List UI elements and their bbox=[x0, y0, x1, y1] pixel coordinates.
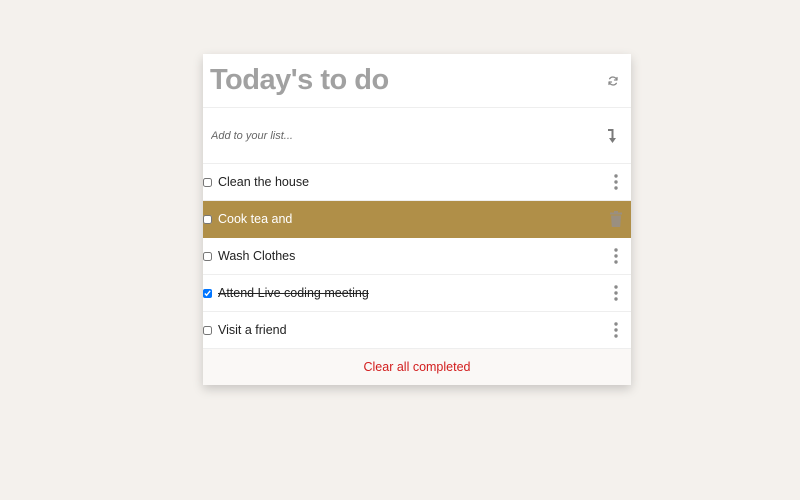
todo-list: Clean the house Cook tea and Wash Clothe… bbox=[203, 164, 631, 349]
kebab-menu-icon[interactable] bbox=[608, 320, 624, 340]
todo-checkbox[interactable] bbox=[203, 251, 212, 261]
todo-item[interactable]: Visit a friend bbox=[203, 312, 631, 349]
todo-checkbox[interactable] bbox=[203, 325, 212, 335]
todo-checkbox[interactable] bbox=[203, 288, 212, 298]
todo-label: Attend Live coding meeting bbox=[218, 286, 369, 300]
todo-item[interactable]: Cook tea and bbox=[203, 201, 631, 238]
add-todo-input[interactable] bbox=[209, 128, 573, 143]
todo-item[interactable]: Wash Clothes bbox=[203, 238, 631, 275]
todo-label: Clean the house bbox=[218, 175, 310, 189]
todo-label: Visit a friend bbox=[218, 323, 287, 337]
kebab-menu-icon[interactable] bbox=[608, 246, 624, 266]
todo-item[interactable]: Clean the house bbox=[203, 164, 631, 201]
kebab-menu-icon[interactable] bbox=[608, 283, 624, 303]
todo-footer: Clear all completed bbox=[203, 349, 631, 385]
page-title: Today's to do bbox=[210, 64, 389, 96]
add-todo-row bbox=[203, 108, 631, 164]
todo-checkbox[interactable] bbox=[203, 177, 212, 187]
enter-arrow-icon[interactable] bbox=[605, 127, 621, 145]
trash-icon[interactable] bbox=[608, 209, 624, 229]
refresh-icon[interactable] bbox=[605, 73, 621, 89]
clear-completed-button[interactable]: Clear all completed bbox=[364, 360, 471, 374]
kebab-menu-icon[interactable] bbox=[608, 172, 624, 192]
todo-label: Wash Clothes bbox=[218, 249, 296, 263]
todo-header: Today's to do bbox=[203, 54, 631, 108]
todo-label: Cook tea and bbox=[218, 212, 293, 226]
todo-card: Today's to do Clean the house bbox=[203, 54, 631, 385]
todo-item[interactable]: Attend Live coding meeting bbox=[203, 275, 631, 312]
todo-checkbox[interactable] bbox=[203, 214, 212, 224]
